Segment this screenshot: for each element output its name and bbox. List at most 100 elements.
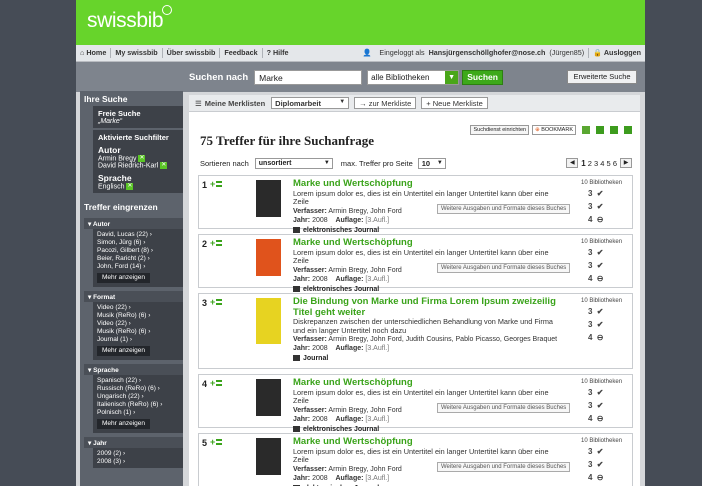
bookmark-button[interactable]: ⊕ BOOKMARK [532, 125, 576, 135]
result-title[interactable]: Marke und Wertschöpfung [293, 377, 563, 389]
availability-row: 4 ⊖ [588, 414, 604, 423]
book-cover[interactable] [256, 298, 281, 344]
facet-item[interactable]: Video (22) › [97, 320, 179, 328]
max-hits-select[interactable]: 10 ▼ [417, 157, 446, 169]
facet-item[interactable]: Polnisch (1) › [97, 409, 179, 417]
facet-item[interactable]: Simon, Jürg (6) › [97, 239, 179, 247]
result-title[interactable]: Marke und Wertschöpfung [293, 237, 563, 249]
library-availability[interactable]: 10 Bibliotheken 3 ✔ 3 ✔ 4 ⊖ [581, 379, 626, 424]
add-to-list-icon[interactable]: + [210, 378, 215, 388]
search-service-button[interactable]: Suchdienst einrichten [470, 125, 530, 135]
facet-year-header[interactable]: ▾ Jahr [84, 437, 183, 449]
advanced-search-button[interactable]: Erweiterte Suche [567, 70, 637, 84]
add-to-list-icon[interactable]: + [210, 297, 215, 307]
facet-item[interactable]: Musik (ReRo) (6) › [97, 312, 179, 320]
show-more-button[interactable]: Mehr anzeigen [97, 273, 150, 284]
facet-item[interactable]: David, Lucas (22) › [97, 231, 179, 239]
my-lists-select[interactable]: Diplomarbeit ▼ [271, 97, 350, 109]
book-cover[interactable] [256, 379, 281, 416]
facet-item[interactable]: Italienisch (ReRo) (6) › [97, 401, 179, 409]
search-button[interactable]: Suchen [462, 69, 504, 85]
book-cover[interactable] [256, 438, 281, 475]
filter-author-item[interactable]: Armin Bregy ✕ [98, 155, 178, 162]
logo[interactable]: swissbib [87, 5, 173, 33]
list-icon[interactable] [216, 299, 222, 305]
more-editions-button[interactable]: Weitere Ausgaben und Formate dieses Buch… [437, 462, 571, 472]
remove-filter-icon[interactable]: ✕ [160, 162, 168, 170]
library-availability[interactable]: 10 Bibliotheken 3 ✔ 3 ✔ 4 ⊖ [581, 438, 626, 483]
filter-author-item[interactable]: David Riedrich-Karl ✕ [98, 162, 178, 170]
show-more-button[interactable]: Mehr anzeigen [97, 419, 150, 430]
list-icon[interactable] [216, 240, 222, 246]
nav-feedback[interactable]: Feedback [220, 48, 263, 58]
facet-item[interactable]: 2009 (2) › [97, 450, 179, 458]
library-availability[interactable]: 10 Bibliotheken 3 ✔ 3 ✔ 4 ⊖ [581, 180, 626, 225]
remove-filter-icon[interactable]: ✕ [126, 182, 134, 190]
result-title[interactable]: Marke und Wertschöpfung [293, 178, 563, 190]
new-list-button[interactable]: + Neue Merkliste [421, 97, 488, 109]
remove-filter-icon[interactable]: ✕ [138, 155, 146, 162]
facet-item[interactable]: Video (22) › [97, 304, 179, 312]
header: swissbib [76, 0, 645, 45]
mail-icon[interactable] [610, 126, 618, 134]
to-list-button[interactable]: → zur Merkliste [354, 97, 417, 109]
facet-item[interactable]: Beier, Raricht (2) › [97, 255, 179, 263]
result-item: 1 + Marke und Wertschöpfung Lorem ipsum … [198, 175, 633, 234]
facet-item[interactable]: Spanisch (22) › [97, 377, 179, 385]
facet-item[interactable]: John, Ford (14) › [97, 263, 179, 271]
book-cover[interactable] [256, 180, 281, 217]
list-icon[interactable] [216, 380, 222, 386]
more-editions-button[interactable]: Weitere Ausgaben und Formate dieses Buch… [437, 204, 571, 214]
facet-item[interactable]: Russisch (ReRo) (6) › [97, 385, 179, 393]
facet-author-header[interactable]: ▾ Autor [84, 218, 183, 230]
chevron-down-icon: ▼ [323, 159, 330, 166]
new-list-label: Neue Merkliste [432, 99, 483, 108]
prev-page-button[interactable]: ◀ [566, 158, 579, 168]
page: swissbib ⌂ Home My swissbib Über swissbi… [76, 0, 645, 486]
facet-format-header[interactable]: ▾ Format [84, 291, 183, 303]
add-to-list-icon[interactable]: + [210, 437, 215, 447]
filter-author-label: Autor [98, 145, 121, 155]
result-title[interactable]: Die Bindung von Marke und Firma Lorem Ip… [293, 296, 563, 318]
add-to-list-icon[interactable]: + [210, 238, 215, 248]
more-editions-button[interactable]: Weitere Ausgaben und Formate dieses Buch… [437, 263, 571, 273]
facet-item[interactable]: Ungarisch (22) › [97, 393, 179, 401]
list-icon[interactable] [216, 439, 222, 445]
loan-icon: ✔ [596, 202, 604, 211]
unavailable-icon: ⊖ [596, 414, 604, 423]
check-icon: ✔ [596, 307, 604, 316]
page-numbers[interactable]: 1 2 3 4 5 6 [581, 159, 617, 168]
result-year-edition: Jahr: 2008 Auflage: [3.Aufl.] [293, 216, 390, 224]
other-pages[interactable]: 2 3 4 5 6 [588, 159, 617, 168]
book-cover[interactable] [256, 239, 281, 276]
search-input[interactable]: Marke [254, 69, 363, 85]
print-icon[interactable] [596, 126, 604, 134]
next-page-button[interactable]: ▶ [620, 158, 632, 168]
export-icon[interactable] [624, 126, 632, 134]
facet-item[interactable]: Pacozi, Gilbert (8) › [97, 247, 179, 255]
facet-year: 2009 (2) › 2008 (3) › [93, 448, 183, 469]
facet-item[interactable]: 2008 (3) › [97, 458, 179, 466]
facet-item[interactable]: Journal (1) › [97, 336, 179, 344]
library-availability[interactable]: 10 Bibliotheken 3 ✔ 3 ✔ 4 ⊖ [581, 298, 626, 343]
chevron-down-icon: ▼ [445, 70, 459, 84]
nav-help[interactable]: ? Hilfe [263, 48, 293, 58]
nav-home[interactable]: ⌂ Home [76, 48, 112, 58]
pdf-icon[interactable] [582, 126, 590, 134]
result-title[interactable]: Marke und Wertschöpfung [293, 436, 563, 448]
more-editions-button[interactable]: Weitere Ausgaben und Formate dieses Buch… [437, 403, 571, 413]
facet-item[interactable]: Musik (ReRo) (6) › [97, 328, 179, 336]
library-availability[interactable]: 10 Bibliotheken 3 ✔ 3 ✔ 4 ⊖ [581, 239, 626, 284]
nav-about[interactable]: Über swissbib [163, 48, 221, 58]
show-more-button[interactable]: Mehr anzeigen [97, 346, 150, 357]
sort-select[interactable]: unsortiert ▼ [254, 157, 333, 169]
list-icon[interactable] [216, 181, 222, 187]
library-select[interactable]: alle Bibliotheken ▼ [367, 69, 460, 85]
result-type: Journal [293, 354, 563, 363]
facet-language-header[interactable]: ▾ Sprache [84, 364, 183, 376]
add-to-list-icon[interactable]: + [210, 179, 215, 189]
logout-button[interactable]: 🔒 Ausloggen [588, 48, 645, 58]
filter-language-item[interactable]: Englisch ✕ [98, 182, 178, 190]
nav-my-swissbib[interactable]: My swissbib [111, 48, 163, 58]
filter-author-name: Armin Bregy [98, 155, 137, 163]
